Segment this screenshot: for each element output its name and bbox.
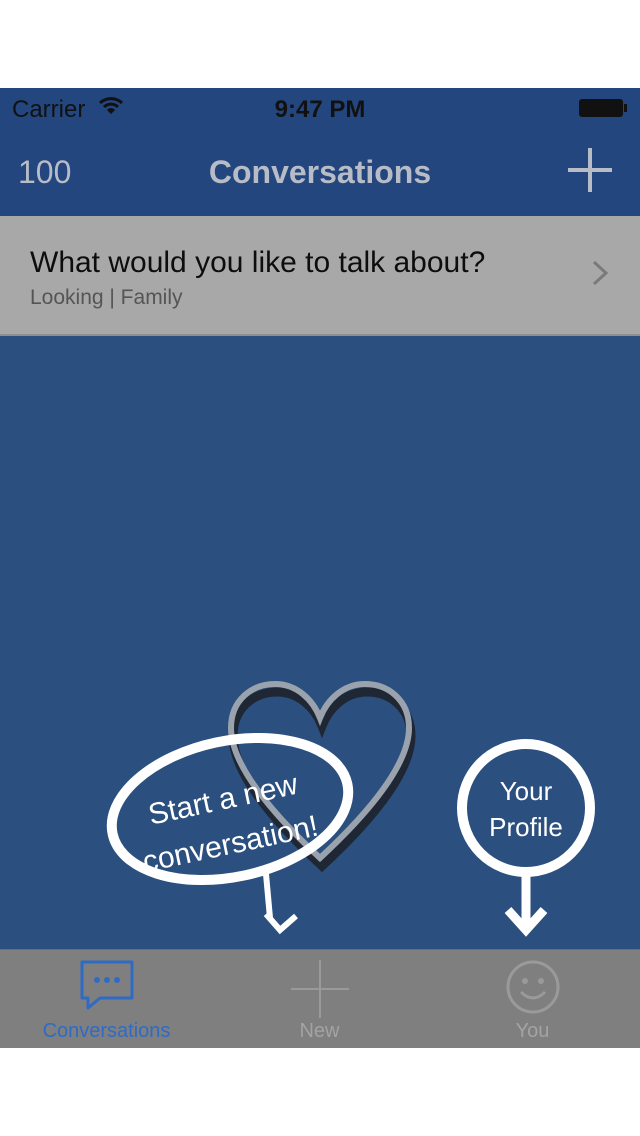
tab-new-label: New (299, 1020, 340, 1042)
plus-icon (290, 960, 349, 1018)
coach-mark-overlay: Start a new conversation! Your Profile (106, 680, 595, 937)
smiley-icon (506, 960, 559, 1014)
chat-bubble-icon (80, 960, 133, 1010)
tab-you-label: You (515, 1020, 550, 1042)
tab-conversations[interactable]: Conversations (0, 950, 213, 1048)
tab-new[interactable]: New (213, 950, 426, 1048)
tab-bar: Conversations New You (0, 949, 640, 1048)
profile-hint-line2: Profile (489, 812, 563, 842)
app-screen: Carrier 9:47 PM 100 Conversations What w… (0, 88, 640, 1048)
profile-hint: Your Profile (457, 739, 595, 937)
tab-you[interactable]: You (426, 950, 639, 1048)
tab-conversations-label: Conversations (42, 1020, 171, 1042)
new-conversation-hint: Start a new conversation! (106, 732, 354, 935)
profile-hint-line1: Your (500, 776, 553, 806)
